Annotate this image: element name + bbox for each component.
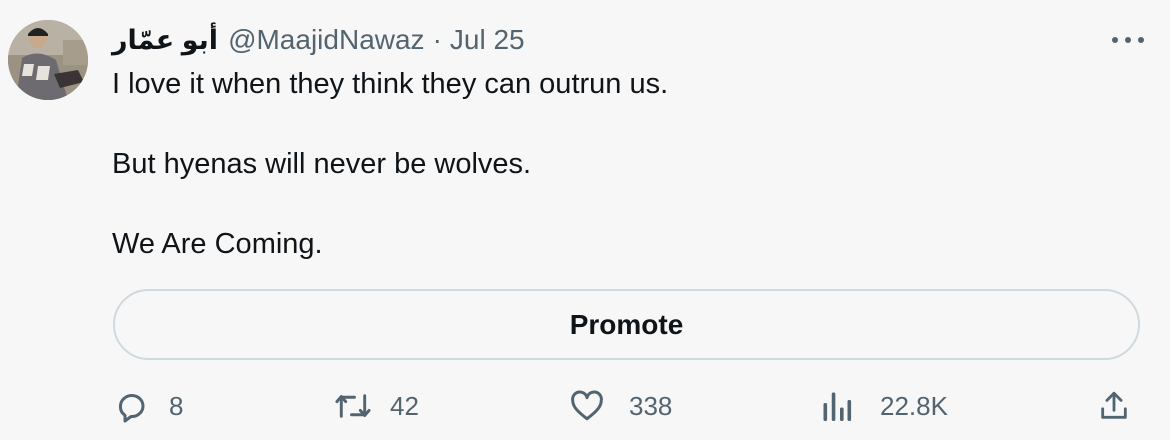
retweet-icon [334, 388, 372, 424]
retweet-count: 42 [390, 390, 419, 421]
author-display-name[interactable]: أبو عمّار [112, 25, 218, 56]
tweet-date[interactable]: Jul 25 [450, 24, 525, 56]
tweet-text-line: We Are Coming. [112, 228, 323, 260]
share-button[interactable] [1097, 386, 1131, 426]
retweet-button[interactable]: 42 [334, 386, 419, 426]
like-button[interactable]: 338 [569, 386, 672, 426]
heart-icon [569, 388, 605, 424]
ellipsis-icon [1110, 35, 1146, 45]
tweet: أبو عمّار @MaajidNawaz · Jul 25 I love i… [0, 0, 1170, 440]
reply-button[interactable]: 8 [113, 386, 183, 426]
analytics-icon [822, 388, 852, 424]
views-count: 22.8K [880, 390, 948, 421]
promote-button[interactable]: Promote [113, 289, 1140, 360]
author-handle[interactable]: @MaajidNawaz [228, 24, 425, 56]
tweet-header: أبو عمّار @MaajidNawaz · Jul 25 [112, 22, 525, 58]
reply-count: 8 [169, 390, 184, 421]
like-count: 338 [629, 390, 673, 421]
tweet-text-line: I love it when they think they can outru… [112, 68, 669, 100]
header-separator: · [432, 24, 442, 55]
reply-icon [113, 388, 149, 424]
avatar[interactable] [8, 20, 88, 100]
share-icon [1097, 388, 1131, 424]
views-button[interactable]: 22.8K [822, 386, 948, 426]
more-options-button[interactable] [1108, 28, 1148, 52]
tweet-text-line: But hyenas will never be wolves. [112, 148, 532, 180]
